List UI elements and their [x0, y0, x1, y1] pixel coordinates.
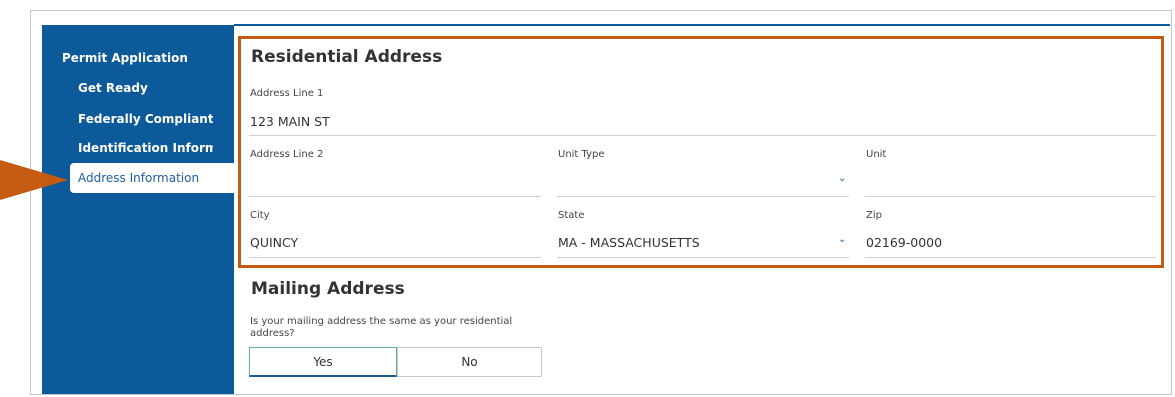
address-line1-label: Address Line 1	[250, 88, 324, 99]
city-label: City	[250, 210, 270, 221]
sidebar-item-identification-information[interactable]: Identification Information	[78, 141, 213, 155]
unit-underline	[865, 196, 1156, 197]
address-line1-underline	[249, 135, 1156, 136]
address-line2-underline	[249, 196, 541, 197]
unit-type-label: Unit Type	[558, 149, 605, 160]
yes-button[interactable]: Yes	[249, 347, 397, 377]
state-select[interactable]: MA - MASSACHUSETTS	[558, 235, 700, 250]
chevron-down-icon[interactable]: ⌄	[838, 173, 846, 184]
state-underline	[557, 257, 849, 258]
zip-underline	[865, 257, 1156, 258]
sidebar-title: Permit Application	[62, 51, 188, 65]
address-line1-field[interactable]: 123 MAIN ST	[250, 114, 330, 129]
mailing-heading: Mailing Address	[251, 279, 405, 299]
chevron-down-icon[interactable]: ⌄	[838, 234, 846, 245]
highlight-box	[238, 36, 1164, 268]
zip-label: Zip	[866, 210, 882, 221]
sidebar-item-address-information[interactable]: Address Information	[70, 163, 234, 193]
mailing-question: Is your mailing address the same as your…	[250, 316, 513, 339]
residential-heading: Residential Address	[251, 47, 443, 67]
no-button[interactable]: No	[397, 347, 542, 377]
address-line2-label: Address Line 2	[250, 149, 324, 160]
pointer-arrow-icon	[0, 160, 68, 200]
sidebar-item-label: Address Information	[78, 171, 200, 185]
zip-field[interactable]: 02169-0000	[866, 235, 942, 250]
top-divider	[234, 24, 1170, 26]
state-label: State	[558, 210, 585, 221]
unit-label: Unit	[866, 149, 887, 160]
city-field[interactable]: QUINCY	[250, 235, 298, 250]
sidebar-item-federally-compliant-id[interactable]: Federally Compliant ID	[78, 112, 213, 126]
unit-type-underline	[557, 196, 849, 197]
city-underline	[249, 257, 541, 258]
sidebar-item-get-ready[interactable]: Get Ready	[78, 81, 213, 95]
